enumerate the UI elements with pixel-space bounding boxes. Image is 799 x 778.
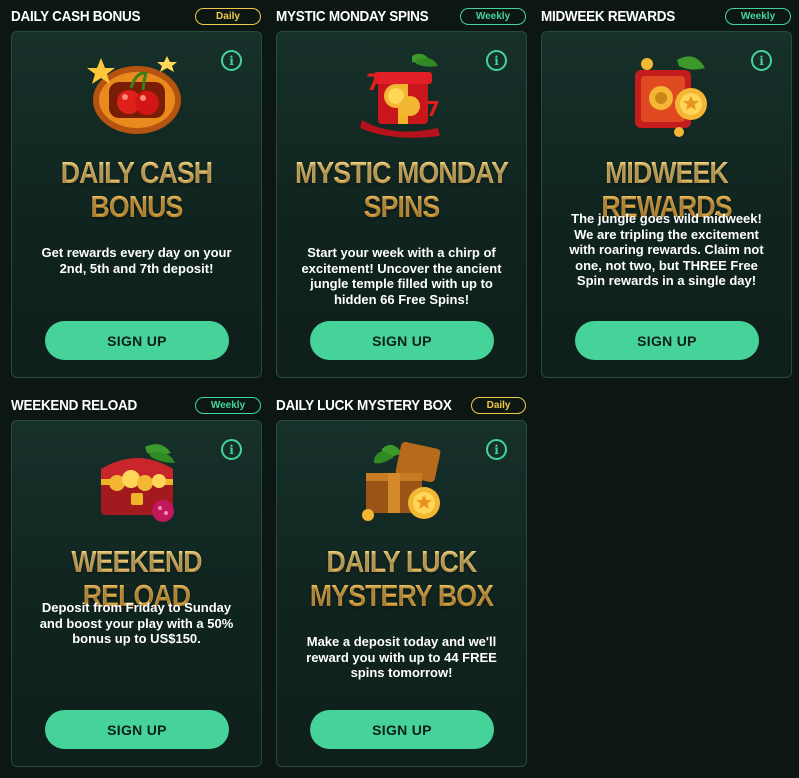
- promo-heading-line-2: MYSTERY BOX: [309, 578, 494, 613]
- promo-card: i MIDWEEK REWARDS The jungle goes wild m…: [541, 31, 792, 378]
- promo-description: Get rewards every day on your 2nd, 5th a…: [41, 245, 232, 276]
- promo-heading-line-1: MYSTIC MONDAY: [295, 155, 509, 190]
- promo-midweek-rewards: MIDWEEK REWARDS Weekly i MIDWEEK REWARDS…: [541, 6, 792, 378]
- info-icon[interactable]: i: [486, 439, 507, 460]
- promo-title: MIDWEEK REWARDS: [541, 7, 675, 25]
- promo-description: Make a deposit today and we'll reward yo…: [306, 634, 497, 680]
- frequency-badge: Weekly: [460, 7, 526, 25]
- gift-coins-icon: 7 7: [359, 53, 440, 138]
- treasure-chest-icon: [100, 444, 175, 522]
- promo-header: WEEKEND RELOAD Weekly: [11, 395, 262, 415]
- promo-description: The jungle goes wild midweek! We are tri…: [569, 211, 764, 288]
- promo-header: MYSTIC MONDAY SPINS Weekly: [276, 6, 527, 26]
- info-icon[interactable]: i: [486, 50, 507, 71]
- safe-coin-icon: [634, 56, 707, 137]
- svg-text:7: 7: [426, 97, 440, 121]
- promo-title: WEEKEND RELOAD: [11, 396, 137, 414]
- promo-mystic-monday-spins: MYSTIC MONDAY SPINS Weekly 7 7 i MYSTIC …: [276, 6, 527, 378]
- sign-up-button[interactable]: SIGN UP: [310, 321, 494, 360]
- promo-header: DAILY LUCK MYSTERY BOX Daily: [276, 395, 527, 415]
- sign-up-button[interactable]: SIGN UP: [45, 321, 229, 360]
- frequency-badge: Weekly: [725, 7, 791, 25]
- info-icon[interactable]: i: [751, 50, 772, 71]
- frequency-badge: Daily: [195, 7, 261, 25]
- promo-title: DAILY CASH BONUS: [11, 7, 141, 25]
- promo-heading: DAILY LUCK MYSTERY BOX: [294, 545, 508, 613]
- mystery-box-icon: [361, 441, 440, 521]
- promo-heading: DAILY CASH BONUS: [29, 156, 243, 224]
- promo-header: DAILY CASH BONUS Daily: [11, 6, 262, 26]
- promo-description: Start your week with a chirp of exciteme…: [301, 245, 502, 307]
- promo-heading-line-1: DAILY LUCK: [326, 544, 478, 579]
- promo-card: i DAILY CASH BONUS Get rewards every day…: [11, 31, 262, 378]
- promo-title: MYSTIC MONDAY SPINS: [276, 7, 429, 25]
- promo-card: 7 7 i MYSTIC MONDAY SPINS Start your wee…: [276, 31, 527, 378]
- promo-card: i WEEKEND RELOAD Deposit from Friday to …: [11, 420, 262, 767]
- info-icon[interactable]: i: [221, 439, 242, 460]
- promo-heading-line-2: SPINS: [363, 189, 441, 224]
- promo-description: Deposit from Friday to Sunday and boost …: [39, 600, 234, 646]
- promo-header: MIDWEEK REWARDS Weekly: [541, 6, 792, 26]
- frequency-badge: Daily: [471, 396, 526, 414]
- svg-text:7: 7: [366, 71, 381, 96]
- sign-up-button[interactable]: SIGN UP: [45, 710, 229, 749]
- sign-up-button[interactable]: SIGN UP: [575, 321, 759, 360]
- promo-title: DAILY LUCK MYSTERY BOX: [276, 396, 452, 414]
- promo-card: i DAILY LUCK MYSTERY BOX Make a deposit …: [276, 420, 527, 767]
- slot-cherries-icon: [86, 56, 181, 134]
- promo-weekend-reload: WEEKEND RELOAD Weekly i WEEKEND RELOAD D…: [11, 395, 262, 767]
- sign-up-button[interactable]: SIGN UP: [310, 710, 494, 749]
- frequency-badge: Weekly: [195, 396, 261, 414]
- promo-heading: MYSTIC MONDAY SPINS: [294, 155, 509, 224]
- info-icon[interactable]: i: [221, 50, 242, 71]
- promo-daily-luck-mystery-box: DAILY LUCK MYSTERY BOX Daily i DAILY LUC…: [276, 395, 527, 767]
- promo-heading-line-2: BONUS: [90, 189, 184, 224]
- promo-heading-line-1: DAILY CASH: [60, 155, 213, 190]
- promo-daily-cash-bonus: DAILY CASH BONUS Daily i DAILY CASH BONU…: [11, 6, 262, 378]
